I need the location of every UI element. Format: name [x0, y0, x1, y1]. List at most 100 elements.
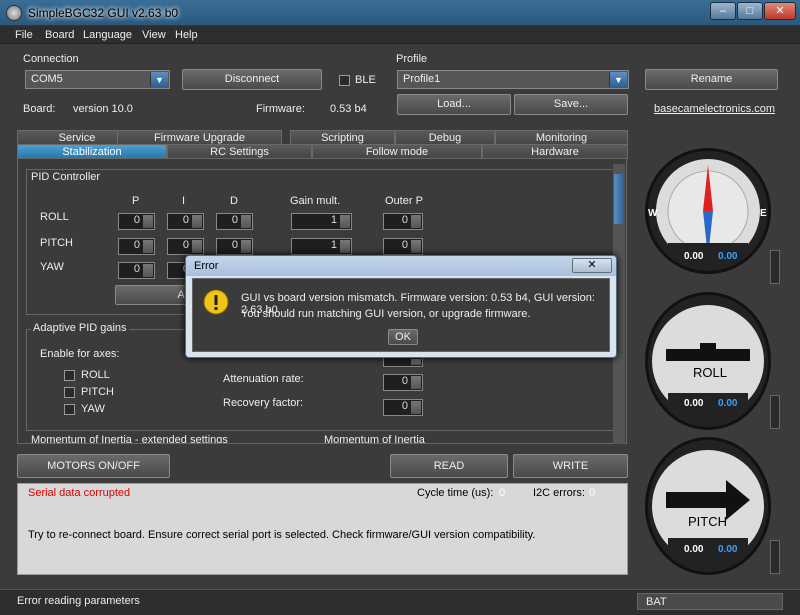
status-bar: Error reading parameters BAT — [0, 589, 800, 615]
recovery-label: Recovery factor: — [223, 397, 304, 409]
error-dialog: Error ✕ GUI vs board version mismatch. F… — [185, 255, 617, 358]
adaptive-roll-label: ROLL — [81, 369, 110, 381]
roll-value-a: 0.00 — [684, 398, 704, 409]
profile-heading: Profile — [396, 53, 428, 65]
col-gain-mult: Gain mult. — [290, 195, 341, 207]
dialog-message-line2: You should run matching GUI version, or … — [241, 308, 531, 320]
roll-level-bar — [770, 395, 780, 429]
dialog-ok-button[interactable]: OK — [388, 329, 418, 345]
roll-outer-p-input[interactable]: 0 — [383, 213, 423, 230]
row-roll-label: ROLL — [40, 211, 69, 223]
pitch-level-bar — [770, 540, 780, 574]
menu-help[interactable]: Help — [175, 29, 198, 41]
port-value: COM5 — [31, 73, 63, 85]
tab-monitoring[interactable]: Monitoring — [495, 130, 628, 145]
cycle-time-label: Cycle time (us): — [417, 487, 494, 499]
window-title: SimpleBGC32 GUI v2.63 b0 — [28, 6, 179, 20]
adaptive-pitch-label: PITCH — [81, 386, 114, 398]
tab-firmware-upgrade[interactable]: Firmware Upgrade — [117, 130, 282, 145]
compass-value-a: 0.00 — [684, 251, 704, 262]
pitch-gain-input[interactable]: 1 — [291, 238, 352, 255]
read-button[interactable]: READ — [390, 454, 508, 478]
scrollbar-thumb[interactable] — [614, 174, 624, 224]
disconnect-button[interactable]: Disconnect — [182, 69, 322, 90]
website-link[interactable]: basecamelectronics.com — [654, 103, 775, 115]
compass-level-bar — [770, 250, 780, 284]
pitch-gauge: PITCH 0.00 0.00 — [645, 437, 771, 575]
recovery-input[interactable]: 0 — [383, 399, 423, 416]
tab-rc-settings[interactable]: RC Settings — [167, 144, 312, 159]
adaptive-yaw-label: YAW — [81, 403, 105, 415]
adaptive-pitch-checkbox[interactable] — [64, 387, 75, 398]
roll-i-input[interactable]: 0 — [167, 213, 204, 230]
tab-debug[interactable]: Debug — [395, 130, 495, 145]
roll-horizon-icon — [652, 305, 764, 421]
minimize-button[interactable]: ‒ — [710, 2, 736, 20]
motors-toggle-button[interactable]: MOTORS ON/OFF — [17, 454, 170, 478]
pitch-label: PITCH — [688, 514, 727, 529]
col-outer-p: Outer P — [385, 195, 423, 207]
tab-stabilization[interactable]: Stabilization — [17, 144, 167, 159]
pitch-outer-p-input[interactable]: 0 — [383, 238, 423, 255]
menu-file[interactable]: File — [15, 29, 33, 41]
pitch-d-input[interactable]: 0 — [216, 238, 253, 255]
load-button[interactable]: Load... — [397, 94, 511, 115]
roll-p-input[interactable]: 0 — [118, 213, 155, 230]
dialog-body: GUI vs board version mismatch. Firmware … — [192, 278, 610, 352]
pitch-value-b: 0.00 — [718, 544, 738, 555]
profile-select[interactable]: Profile1 ▼ — [397, 70, 629, 89]
connection-heading: Connection — [23, 53, 79, 65]
dialog-close-button[interactable]: ✕ — [572, 258, 612, 273]
firmware-label: Firmware: — [256, 103, 305, 115]
menu-bar: File Board Language View Help — [0, 26, 800, 44]
i2c-errors-value: 0 — [589, 487, 596, 499]
compass-east: E — [760, 208, 767, 219]
battery-indicator: BAT — [637, 593, 783, 610]
port-select[interactable]: COM5 ▼ — [25, 70, 170, 89]
board-value: version 10.0 — [73, 103, 133, 115]
yaw-p-input[interactable]: 0 — [118, 262, 155, 279]
ble-label: BLE — [355, 74, 376, 86]
compass-icon — [656, 159, 760, 267]
col-i: I — [182, 195, 186, 207]
row-pitch-label: PITCH — [40, 237, 73, 249]
adaptive-extra-input[interactable] — [383, 357, 423, 367]
row-yaw-label: YAW — [40, 261, 64, 273]
menu-board[interactable]: Board — [45, 29, 74, 41]
roll-value-b: 0.00 — [718, 398, 738, 409]
firmware-value: 0.53 b4 — [330, 103, 367, 115]
col-p: P — [132, 195, 140, 207]
compass-value-b: 0.00 — [718, 251, 738, 262]
enable-axes-label: Enable for axes: — [40, 348, 120, 360]
col-d: D — [230, 195, 238, 207]
tab-hardware[interactable]: Hardware — [482, 144, 628, 159]
board-label: Board: — [23, 103, 56, 115]
adaptive-yaw-checkbox[interactable] — [64, 404, 75, 415]
attenuation-input[interactable]: 0 — [383, 374, 423, 391]
adaptive-roll-checkbox[interactable] — [64, 370, 75, 381]
pitch-i-input[interactable]: 0 — [167, 238, 204, 255]
pitch-p-input[interactable]: 0 — [118, 238, 155, 255]
statusbar-message: Error reading parameters — [17, 595, 140, 607]
save-button[interactable]: Save... — [514, 94, 628, 115]
i2c-errors-label: I2C errors: — [533, 487, 585, 499]
cycle-time-value: 0 — [499, 487, 506, 499]
compass-west: W — [648, 208, 658, 219]
ble-checkbox[interactable] — [339, 75, 350, 86]
write-button[interactable]: WRITE — [513, 454, 628, 478]
tab-follow-mode[interactable]: Follow mode — [312, 144, 482, 159]
menu-language[interactable]: Language — [83, 29, 132, 41]
rename-button[interactable]: Rename — [645, 69, 778, 90]
close-button[interactable]: ✕ — [764, 2, 796, 20]
tab-scripting[interactable]: Scripting — [290, 130, 395, 145]
warning-icon — [203, 289, 229, 315]
roll-gain-input[interactable]: 1 — [291, 213, 352, 230]
menu-view[interactable]: View — [142, 29, 166, 41]
adaptive-heading: Adaptive PID gains — [31, 322, 129, 334]
dialog-title: Error — [186, 256, 616, 276]
attenuation-label: Attenuation rate: — [223, 373, 304, 385]
maximize-button[interactable]: □ — [737, 2, 763, 20]
compass-gauge: W E 0.00 0.00 — [645, 148, 771, 274]
roll-d-input[interactable]: 0 — [216, 213, 253, 230]
chevron-down-icon: ▼ — [609, 72, 627, 87]
